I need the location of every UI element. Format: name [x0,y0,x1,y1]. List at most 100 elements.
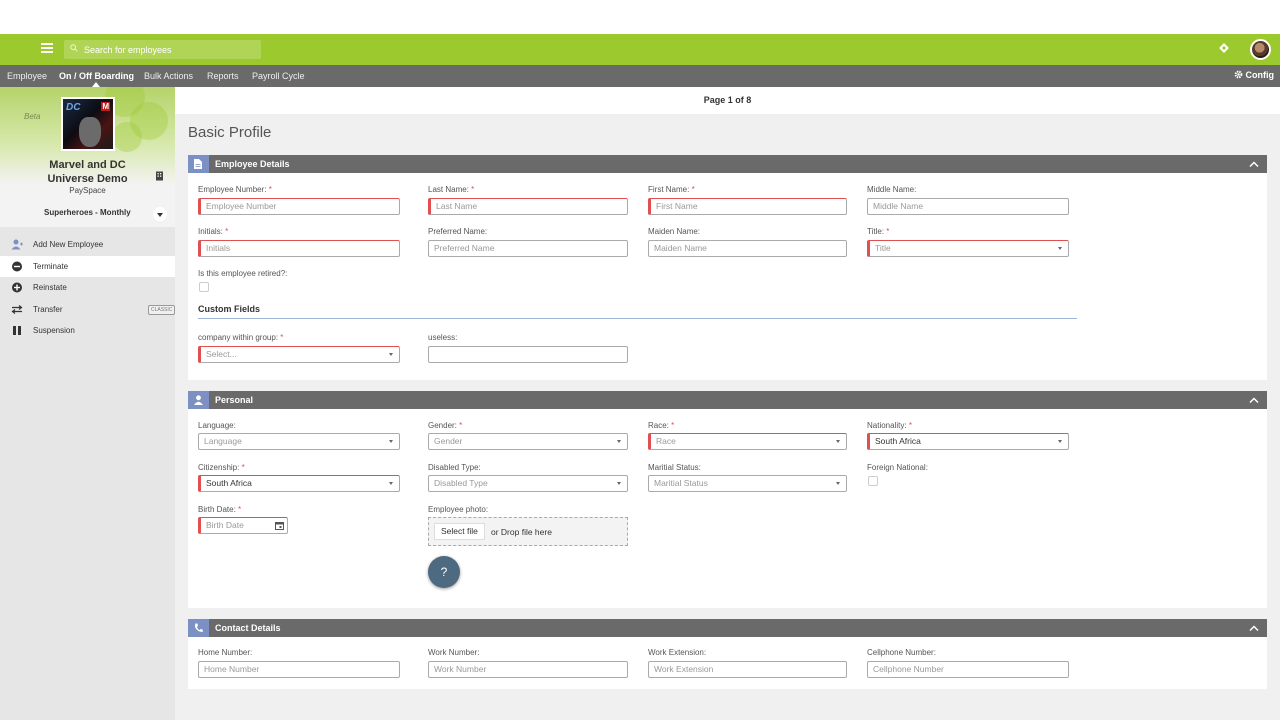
company-name: Marvel and DC Universe Demo [47,159,128,185]
first-name-input[interactable]: First Name [648,198,847,215]
preferred-name-input[interactable]: Preferred Name [428,240,628,257]
classic-badge: CLASSIC [148,305,176,315]
dropdown-arrow-icon [836,440,840,443]
marital-status-select[interactable]: Maritial Status [648,475,847,492]
birth-date-input[interactable]: Birth Date [198,517,288,534]
menu-terminate[interactable]: Terminate [0,256,175,277]
foreign-national-checkbox[interactable] [868,476,878,486]
menu-label: Suspension [33,326,75,335]
user-icon [188,391,209,409]
chevron-up-icon[interactable] [1249,624,1259,632]
search-icon [70,44,78,52]
useless-input[interactable] [428,346,628,363]
gear-icon [1234,70,1243,79]
gender-select[interactable]: Gender [428,433,628,450]
personal-panel: Personal Language: Language Gender: * Ge… [188,391,1267,608]
menu-suspension[interactable]: Suspension [0,320,175,341]
language-label: Language: [198,421,236,430]
user-avatar[interactable] [1250,39,1271,60]
config-label: Config [1245,70,1275,80]
dropdown-arrow-icon [389,482,393,485]
employee-number-input[interactable]: Employee Number [198,198,400,215]
nav-on-off-boarding[interactable]: On / Off Boarding [59,71,134,81]
last-name-label: Last Name: * [428,185,475,194]
chevron-down-icon[interactable] [153,207,167,221]
dropdown-arrow-icon [389,440,393,443]
page-title: Basic Profile [188,124,272,141]
employee-photo-label: Employee photo: [428,505,489,514]
contact-details-panel: Contact Details Home Number: Home Number… [188,619,1267,689]
nav-reports[interactable]: Reports [207,71,239,81]
nav-payroll-cycle[interactable]: Payroll Cycle [252,71,305,81]
panel-header[interactable]: Employee Details [188,155,1267,173]
menu-label: Add New Employee [33,240,104,249]
language-select[interactable]: Language [198,433,400,450]
panel-title: Personal [215,395,254,405]
first-name-label: First Name: * [648,185,695,194]
work-number-label: Work Number: [428,648,480,657]
preferred-name-label: Preferred Name: [428,227,488,236]
maiden-name-input[interactable]: Maiden Name [648,240,847,257]
citizenship-select[interactable]: South Africa [198,475,400,492]
useless-label: useless: [428,333,458,342]
nav-bulk-actions[interactable]: Bulk Actions [144,71,193,81]
config-button[interactable]: Config [1234,70,1274,80]
marital-status-label: Maritial Status: [648,463,701,472]
initials-label: Initials: * [198,227,229,236]
last-name-input[interactable]: Last Name [428,198,628,215]
race-label: Race: * [648,421,675,430]
race-select[interactable]: Race [648,433,847,450]
middle-name-input[interactable]: Middle Name [867,198,1069,215]
minus-circle-icon [12,261,22,272]
hamburger-menu-icon[interactable] [41,43,53,53]
retired-checkbox[interactable] [199,282,209,292]
work-extension-input[interactable]: Work Extension [648,661,847,678]
cellphone-number-input[interactable]: Cellphone Number [867,661,1069,678]
panel-header[interactable]: Contact Details [188,619,1267,637]
document-icon [188,155,209,173]
title-label: Title: * [867,227,890,236]
employee-details-panel: Employee Details Employee Number: * Empl… [188,155,1267,380]
company-logo: DC M [61,97,115,151]
photo-dropzone[interactable]: Select file or Drop file here [428,517,628,546]
select-file-button[interactable]: Select file [434,523,485,540]
decor-blob [112,122,142,152]
initials-input[interactable]: Initials [198,240,400,257]
menu-reinstate[interactable]: Reinstate [0,277,175,298]
dropdown-arrow-icon [617,440,621,443]
panel-header[interactable]: Personal [188,391,1267,409]
home-number-label: Home Number: [198,648,253,657]
employee-number-label: Employee Number: * [198,185,272,194]
dropdown-arrow-icon [389,353,393,356]
company-profile-card: Beta DC M Marvel and DC Universe Demo Pay… [0,87,175,227]
help-button[interactable]: ? [428,556,460,588]
add-user-icon [11,239,23,250]
middle-name-label: Middle Name: [867,185,917,194]
gender-label: Gender: * [428,421,463,430]
title-select[interactable]: Title [867,240,1069,257]
calendar-icon[interactable] [275,521,284,530]
home-number-input[interactable]: Home Number [198,661,400,678]
menu-add-new-employee[interactable]: Add New Employee [0,234,175,255]
frequency-selector[interactable]: Superheroes - Monthly [0,202,175,227]
pause-icon [13,326,21,335]
building-icon[interactable] [155,171,164,181]
dropdown-arrow-icon [1058,247,1062,250]
chevron-up-icon[interactable] [1249,396,1259,404]
chevron-up-icon[interactable] [1249,160,1259,168]
employee-search[interactable] [64,40,261,59]
top-bar [0,34,1280,65]
navigate-diamond-icon[interactable] [1219,43,1229,53]
nav-employee[interactable]: Employee [7,71,47,81]
citizenship-label: Citizenship: * [198,463,245,472]
phone-icon [188,619,209,637]
nationality-select[interactable]: South Africa [867,433,1069,450]
search-input[interactable] [84,40,254,59]
disabled-type-select[interactable]: Disabled Type [428,475,628,492]
foreign-national-label: Foreign National: [867,463,928,472]
panel-title: Contact Details [215,623,281,633]
company-within-group-select[interactable]: Select... [198,346,400,363]
beta-label: Beta [24,112,41,121]
menu-transfer[interactable]: Transfer CLASSIC [0,299,176,320]
work-number-input[interactable]: Work Number [428,661,628,678]
